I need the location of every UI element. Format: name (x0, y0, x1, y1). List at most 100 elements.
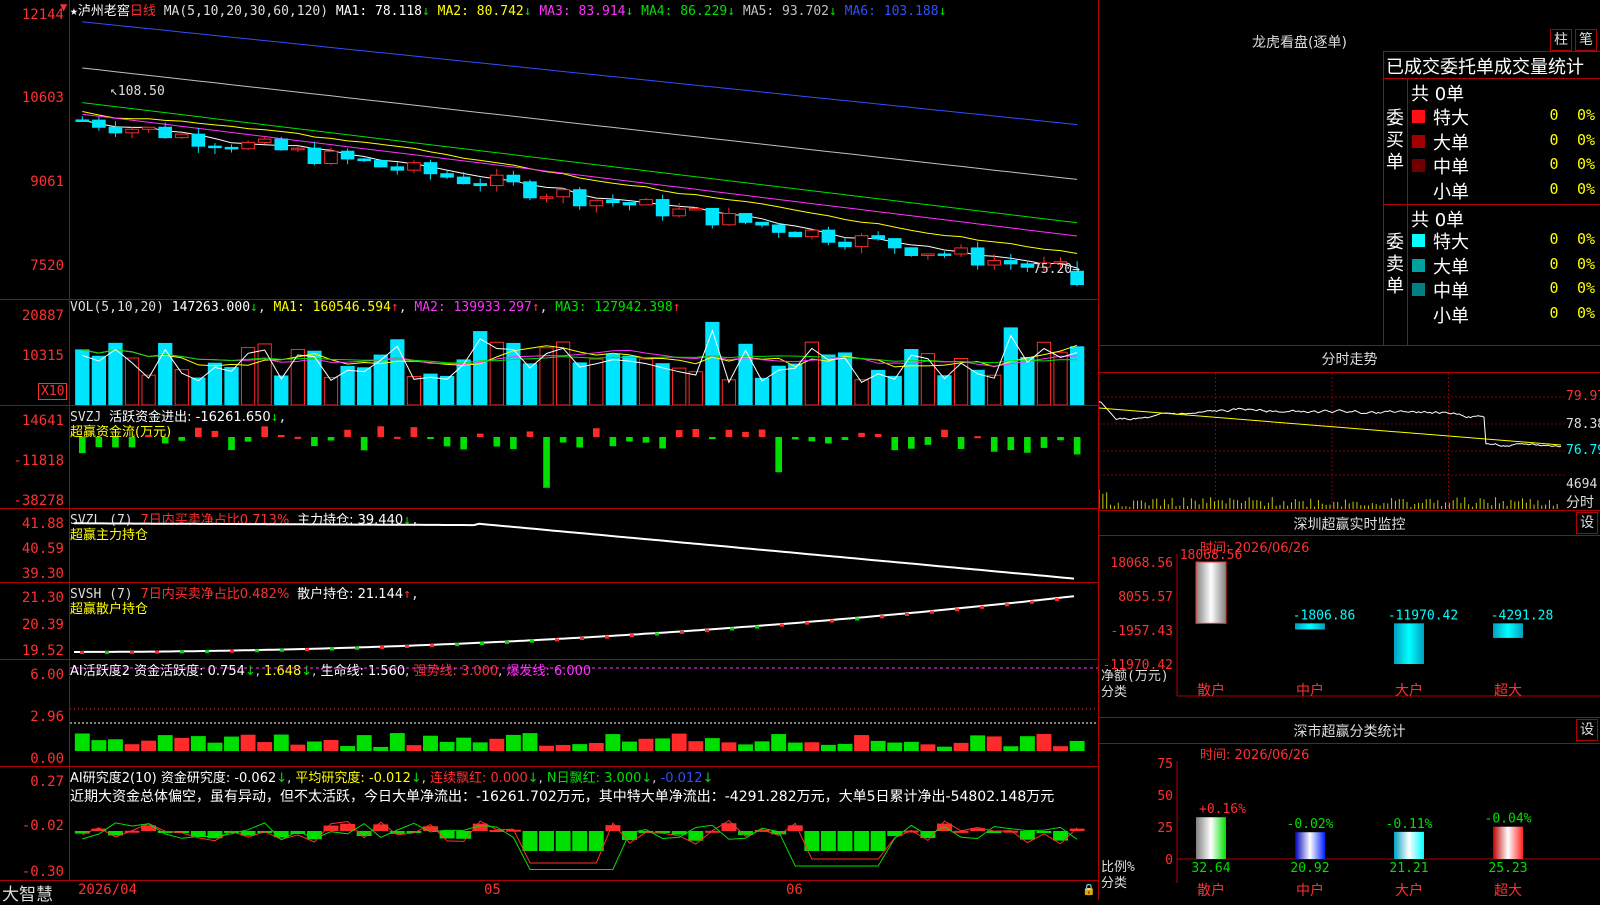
retail-holding-chart[interactable] (70, 583, 1098, 659)
tick-mode-button[interactable]: 笔 (1575, 29, 1597, 51)
activity-bar (240, 734, 256, 751)
volume-chart[interactable] (70, 318, 1098, 405)
retail-holding-line (74, 595, 1075, 653)
research-bar (820, 831, 836, 851)
activity-bar (820, 744, 836, 751)
research-bar (539, 831, 555, 851)
dragon-panel: 龙虎看盘(逐单) 柱 笔 已成交委托单成交量统计 委买单 共 0单 委卖单 共 … (1099, 0, 1600, 345)
candle (373, 160, 388, 168)
order-count: 0 (1549, 155, 1559, 173)
activity-bar (91, 740, 107, 751)
tab-volume-stats[interactable]: 成交量统计 (1494, 57, 1584, 78)
fund-flow-bar (178, 437, 186, 441)
candle (871, 235, 885, 240)
candle (987, 260, 1002, 266)
tab-executed[interactable]: 已成交 (1386, 57, 1440, 78)
ratio-bar-chart[interactable]: 75 50 25 0 +0.16% 32.64 散户 -0.02% 20.92 中户 -0.11% 2… (1099, 743, 1600, 900)
research-bar (522, 831, 538, 851)
net-flow-bar-chart[interactable]: 18068.56 8055.57 -1957.43 -11970.42 18068.56… (1099, 536, 1600, 717)
candle (224, 146, 239, 150)
order-size-label: 大单 (1433, 256, 1469, 278)
bar-value-label: 21.21 (1389, 861, 1428, 876)
activity-bar (638, 738, 654, 751)
bar-mode-button[interactable]: 柱 (1550, 29, 1572, 51)
order-percent: 0% (1577, 279, 1596, 297)
sell-side-label: 委卖单 (1386, 232, 1404, 297)
activity-bar (787, 742, 803, 751)
order-count: 0 (1549, 179, 1559, 198)
volume-bar (158, 342, 173, 405)
net-flow-bar (1195, 561, 1227, 624)
research-bar (306, 831, 322, 840)
brand-logo[interactable]: 大智慧 (2, 880, 53, 905)
candlestick-chart[interactable] (70, 16, 1098, 299)
axis-caption: 比例% (1101, 860, 1135, 875)
fund-flow-bar (626, 437, 633, 442)
volume-bar (589, 358, 604, 405)
volume-bar (456, 359, 471, 405)
fund-flow-bar (725, 429, 733, 437)
kline-chart-area[interactable]: ★泸州老窖日线 MA(5,10,20,30,60,120) MA1: 78.11… (0, 0, 1099, 905)
fund-flow-bar (592, 428, 600, 437)
category-label: 中户 (1296, 882, 1324, 899)
y-axis-label: -0.30 (21, 864, 64, 880)
volume-bar (91, 355, 107, 405)
fund-flow-bar (161, 437, 169, 444)
fund-flow-bar (344, 429, 351, 437)
fund-flow-bar (858, 432, 865, 437)
lock-icon[interactable]: 🔒 (1082, 883, 1096, 896)
volume-bar (638, 358, 654, 405)
category-label: 大户 (1395, 882, 1423, 899)
tab-orders[interactable]: 委托单 (1440, 57, 1494, 78)
volume-bar (987, 374, 1002, 405)
y-axis-label: 39.30 (21, 566, 64, 582)
volume-bar (1020, 357, 1035, 405)
candle (921, 253, 935, 256)
retail-holding-marker (955, 608, 959, 612)
candle (854, 235, 869, 248)
main-holding-chart[interactable] (70, 509, 1098, 582)
fund-flow-bar (427, 437, 434, 439)
vol-unit-badge: X10 (38, 383, 68, 400)
x-axis-date: 06 (786, 882, 803, 898)
ai-activity-chart[interactable] (70, 660, 1098, 766)
x-axis-date: 05 (484, 882, 501, 898)
retail-holding-marker (130, 650, 134, 654)
category-caption: 分类 (1101, 685, 1127, 700)
activity-bar (572, 744, 588, 751)
fund-flow-bar (758, 429, 766, 437)
fund-flow-bar (990, 437, 998, 452)
fund-flow-chart[interactable] (70, 406, 1098, 508)
y-axis-label: 25 (1157, 821, 1173, 836)
retail-holding-marker (1030, 600, 1034, 604)
activity-bar (257, 742, 273, 751)
monitor-settings-button[interactable]: 设 (1576, 512, 1598, 534)
order-count: 0 (1549, 279, 1559, 297)
ma-line (82, 21, 1078, 126)
y-axis-label: 0.27 (30, 774, 64, 790)
bar-value-label: 20.92 (1290, 861, 1329, 876)
fund-flow-bar (543, 437, 550, 488)
candle (1020, 263, 1035, 268)
volume-bar (207, 362, 223, 405)
ai-research-chart[interactable] (70, 767, 1098, 880)
volume-bar (771, 365, 786, 405)
bar-value-label: 32.64 (1191, 861, 1230, 876)
net-flow-bar (1493, 623, 1523, 638)
retail-holding-marker (80, 650, 84, 654)
candle (572, 189, 587, 207)
intraday-chart[interactable] (1099, 373, 1565, 509)
activity-bar (953, 742, 969, 751)
volume-bar (655, 363, 670, 405)
classify-settings-button[interactable]: 设 (1576, 719, 1598, 741)
activity-bar (771, 734, 787, 751)
fund-flow-bar (327, 437, 335, 441)
vol-title-bar: VOL(5,10,20) 147263.000↓, MA1: 160546.59… (70, 300, 681, 315)
volume-bar (887, 375, 902, 405)
high-price-marker: ↖108.50 (110, 84, 165, 99)
main-holding-line (74, 522, 1075, 580)
fund-flow-bar (692, 429, 700, 437)
activity-bar (655, 738, 671, 751)
retail-holding-marker (980, 605, 984, 609)
candle (805, 229, 819, 238)
